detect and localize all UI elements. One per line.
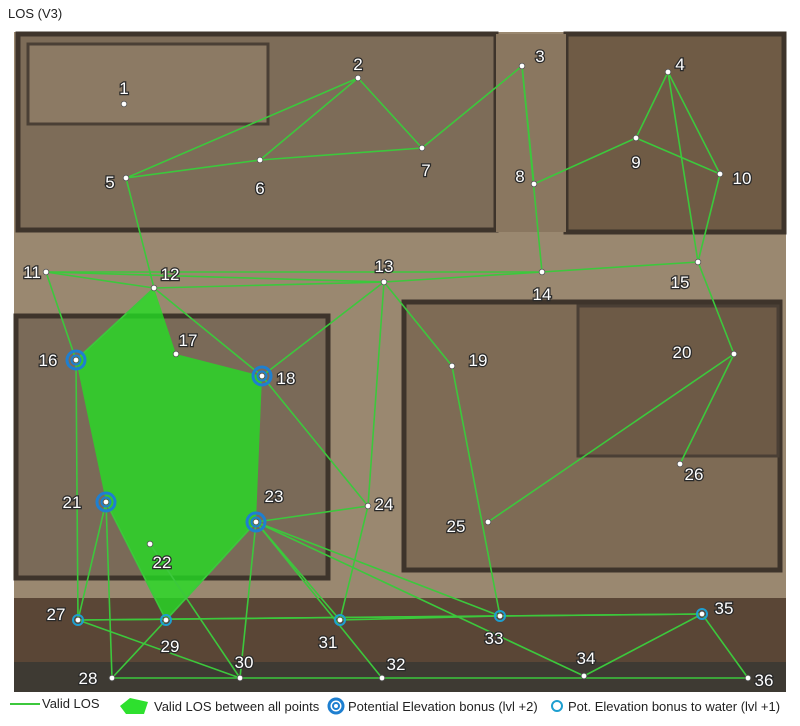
point-marker <box>580 672 588 680</box>
point-marker <box>146 540 154 548</box>
point-label: 21 <box>63 493 82 512</box>
point-marker <box>72 356 80 364</box>
point-marker <box>518 62 526 70</box>
legend-valid-los-label: Valid LOS <box>42 696 100 711</box>
point-label: 28 <box>79 669 98 688</box>
elevation-ring-icon <box>327 697 345 715</box>
point-marker <box>664 68 672 76</box>
legend-elevation-label: Potential Elevation bonus (lvl +2) <box>348 698 538 714</box>
legend-valid-los: Valid LOS <box>8 696 100 711</box>
point-label: 12 <box>161 265 180 284</box>
point-marker <box>102 498 110 506</box>
point-label: 33 <box>485 629 504 648</box>
point-marker <box>354 74 362 82</box>
point-marker <box>236 674 244 682</box>
point-label: 32 <box>387 655 406 674</box>
point-label: 1 <box>119 79 128 98</box>
point-marker <box>380 278 388 286</box>
point-marker <box>676 460 684 468</box>
point-label: 23 <box>265 487 284 506</box>
point-marker <box>172 350 180 358</box>
north-storeroom <box>26 42 270 126</box>
point-label: 17 <box>179 331 198 350</box>
point-marker <box>418 144 426 152</box>
point-label: 15 <box>671 273 690 292</box>
point-label: 25 <box>447 517 466 536</box>
point-label: 36 <box>755 671 774 690</box>
point-marker <box>698 610 706 618</box>
point-label: 7 <box>421 161 430 180</box>
point-marker <box>42 268 50 276</box>
point-marker <box>252 518 260 526</box>
legend-water-label: Pot. Elevation bonus to water (lvl +1) <box>568 698 781 714</box>
legend-elevation: Potential Elevation bonus (lvl +2) <box>326 696 538 716</box>
point-label: 8 <box>515 167 524 186</box>
point-marker <box>484 518 492 526</box>
point-marker <box>258 372 266 380</box>
legend-valid-los-all-label: Valid LOS between all points <box>154 698 320 714</box>
point-marker <box>150 284 158 292</box>
point-marker <box>716 170 724 178</box>
point-marker <box>694 258 702 266</box>
point-label: 13 <box>375 257 394 276</box>
point-marker <box>336 616 344 624</box>
point-marker <box>74 616 82 624</box>
east-corridor <box>496 34 566 232</box>
point-marker <box>120 100 128 108</box>
point-label: 20 <box>673 343 692 362</box>
valid-los-area-icon <box>120 698 148 714</box>
point-marker <box>256 156 264 164</box>
point-label: 34 <box>577 649 596 668</box>
legend-water: Pot. Elevation bonus to water (lvl +1) <box>548 696 780 716</box>
point-label: 26 <box>685 465 704 484</box>
point-marker <box>730 350 738 358</box>
point-marker <box>530 180 538 188</box>
point-label: 24 <box>375 495 394 514</box>
point-label: 22 <box>153 553 172 572</box>
point-label: 10 <box>733 169 752 188</box>
point-label: 3 <box>535 47 544 66</box>
point-label: 14 <box>533 285 552 304</box>
point-marker <box>378 674 386 682</box>
point-label: 11 <box>23 263 41 282</box>
point-label: 16 <box>39 351 58 370</box>
point-label: 19 <box>469 351 488 370</box>
water-ring-icon <box>551 700 563 712</box>
point-label: 18 <box>277 369 296 388</box>
point-label: 4 <box>675 55 684 74</box>
point-marker <box>448 362 456 370</box>
point-marker <box>162 616 170 624</box>
point-label: 6 <box>255 179 264 198</box>
point-label: 31 <box>319 633 338 652</box>
point-label: 27 <box>47 605 66 624</box>
point-label: 9 <box>631 153 640 172</box>
point-marker <box>122 174 130 182</box>
point-label: 35 <box>715 599 734 618</box>
point-marker <box>744 674 752 682</box>
east-inner-room <box>576 304 780 458</box>
point-marker <box>632 134 640 142</box>
legend: Valid LOS Valid LOS between all points P… <box>0 692 800 726</box>
point-label: 5 <box>105 173 114 192</box>
valid-los-line-icon <box>10 702 40 705</box>
point-marker <box>496 612 504 620</box>
point-label: 2 <box>353 55 362 74</box>
point-label: 29 <box>161 637 180 656</box>
point-marker <box>108 674 116 682</box>
tactical-map: 12 3 45 67 891011 12 13141516171819 20212223 242… <box>13 31 787 692</box>
legend-valid-los-all: Valid LOS between all points <box>118 696 319 716</box>
point-marker <box>538 268 546 276</box>
point-marker <box>364 502 372 510</box>
point-label: 30 <box>235 653 254 672</box>
